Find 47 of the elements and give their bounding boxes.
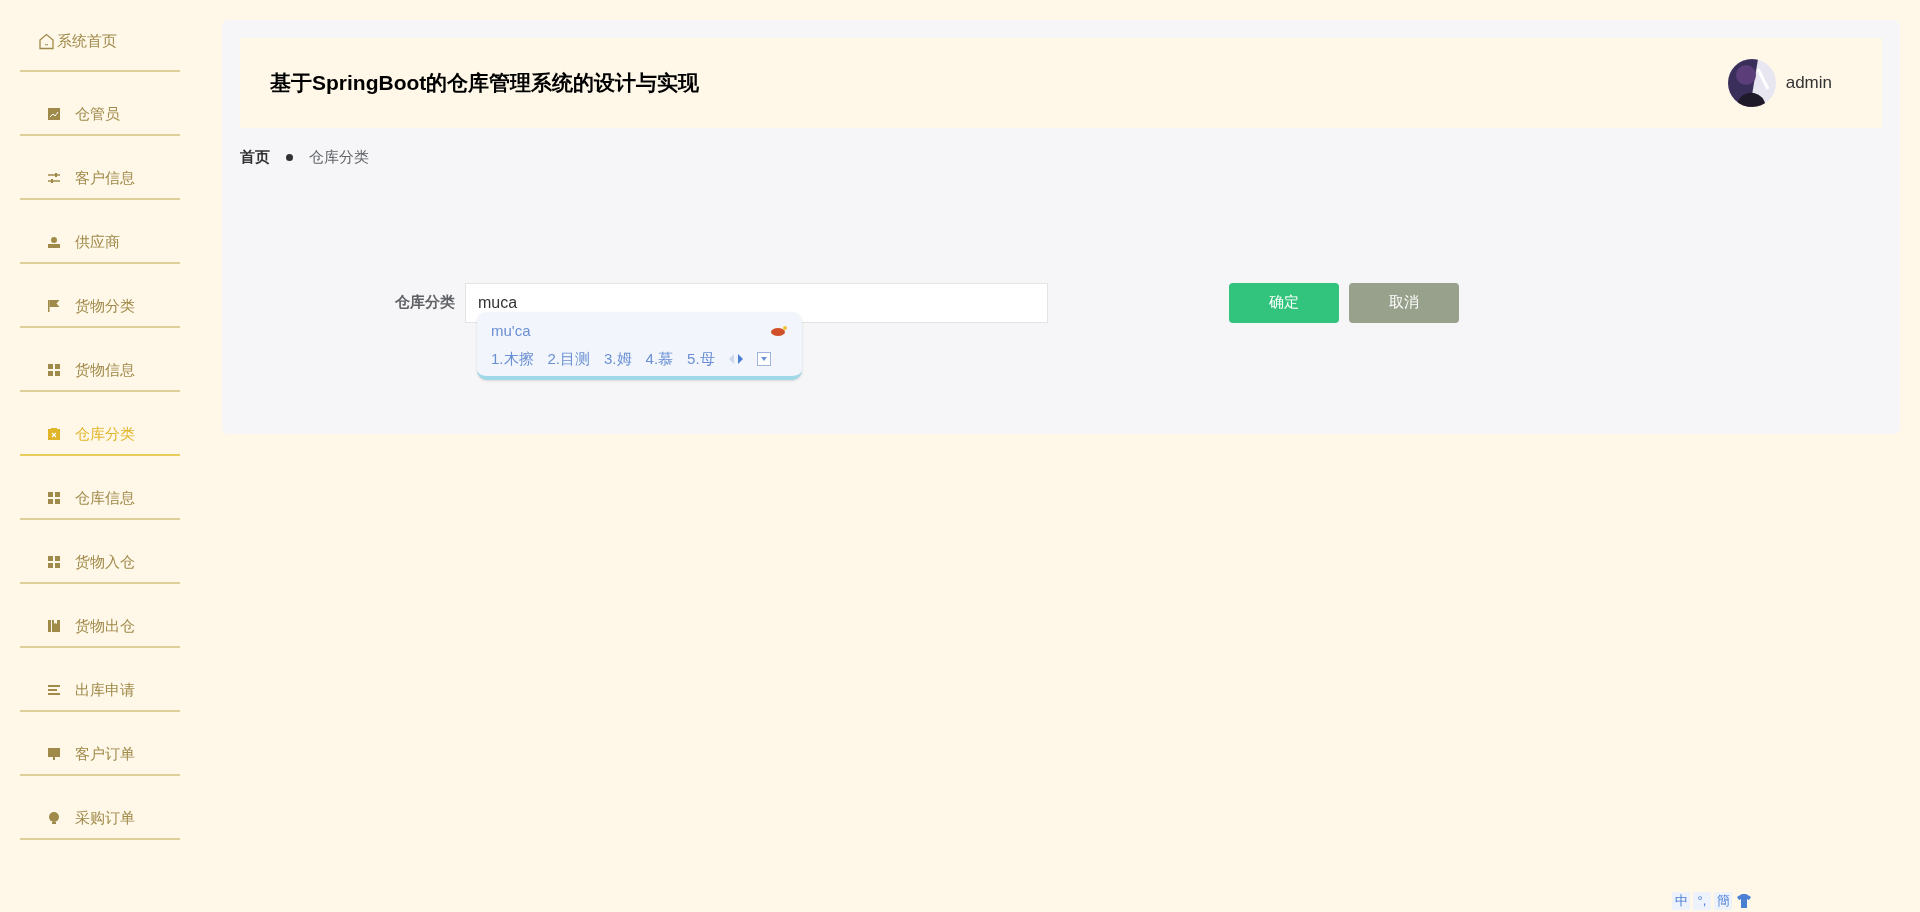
ime-toolbar-button[interactable]: 中	[1672, 892, 1690, 910]
monitor-icon	[48, 748, 60, 760]
sliders-icon	[48, 172, 60, 184]
ime-toolbar-button[interactable]: 簡	[1714, 892, 1732, 910]
book-icon	[48, 620, 60, 632]
breadcrumb-link[interactable]: 首页	[240, 146, 270, 169]
bulb-icon	[48, 812, 60, 824]
sidebar-item[interactable]: 供应商	[48, 208, 120, 254]
ime-candidate[interactable]: 3.姆	[604, 348, 632, 371]
breadcrumb-separator-icon	[286, 153, 293, 161]
sidebar-item[interactable]: 仓库分类	[48, 400, 135, 446]
breadcrumb-current: 仓库分类	[309, 147, 369, 167]
expand-icon	[756, 352, 771, 367]
page-arrows-icon	[728, 354, 743, 365]
home-nav-item[interactable]: 系统首页	[38, 30, 117, 53]
ime-candidate[interactable]: 4.慕	[645, 348, 674, 371]
grid-icon	[48, 364, 60, 376]
mascot-icon	[770, 324, 788, 337]
sidebar-item[interactable]: 货物信息	[48, 336, 135, 382]
sidebar-item[interactable]: 客户信息	[48, 144, 135, 190]
sidebar-item[interactable]: 货物分类	[48, 272, 135, 318]
ime-composition: mu'ca	[491, 320, 531, 341]
confirm-button[interactable]: 确定	[1229, 282, 1339, 323]
home-icon	[38, 32, 55, 50]
sidebar-item[interactable]: 客户订单	[48, 720, 135, 766]
page-title: 基于SpringBoot的仓库管理系统的设计与实现	[270, 70, 700, 97]
user-icon	[48, 236, 60, 248]
sidebar-item[interactable]: 采购订单	[48, 784, 135, 830]
sidebar-item[interactable]: 仓库信息	[48, 464, 135, 510]
clipboard-icon	[48, 428, 60, 440]
ime-candidate[interactable]: 1.木擦	[491, 348, 534, 371]
flag-icon	[48, 300, 60, 312]
sidebar-item[interactable]: 出库申请	[48, 656, 135, 702]
chart-icon	[48, 108, 60, 120]
sidebar-item[interactable]: 仓管员	[48, 80, 120, 126]
sidebar-item[interactable]: 货物出仓	[48, 592, 135, 638]
username: admin	[1785, 72, 1832, 95]
field-label: 仓库分类	[394, 292, 455, 313]
sidebar-item[interactable]: 货物入仓	[48, 528, 135, 574]
ime-candidate[interactable]: 2.目测	[547, 348, 591, 371]
shirt-icon	[1735, 892, 1753, 910]
ime-candidate[interactable]: 5.母	[687, 348, 715, 371]
grid-icon	[48, 556, 60, 568]
cancel-button[interactable]: 取消	[1349, 282, 1459, 323]
list-icon	[48, 684, 60, 696]
ime-toolbar-button[interactable]: °,	[1693, 892, 1711, 910]
grid-icon	[48, 492, 60, 504]
